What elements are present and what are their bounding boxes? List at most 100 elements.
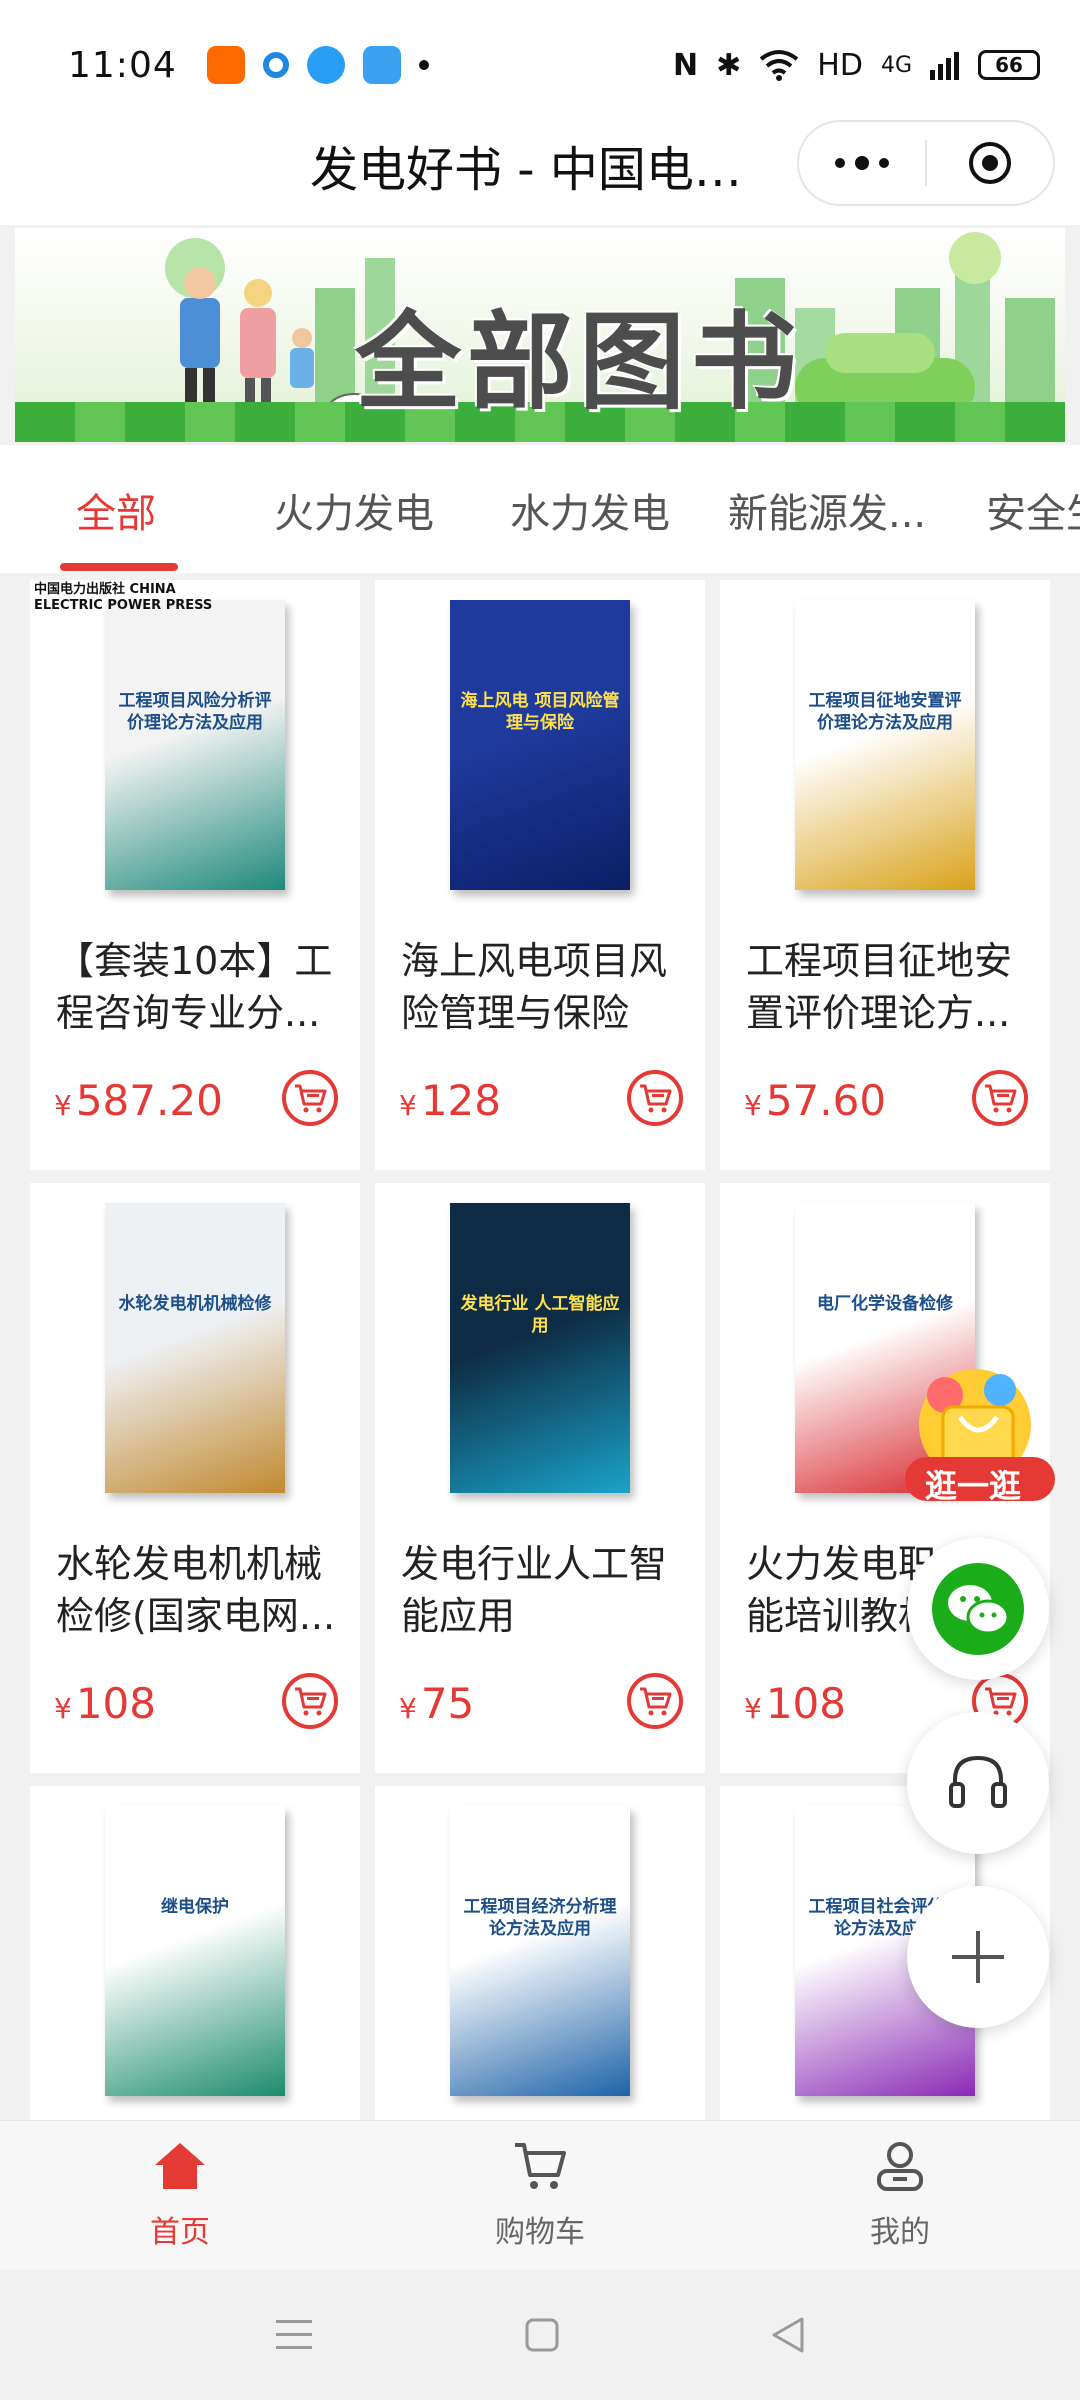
product-card[interactable]: 继电保护 xyxy=(30,1786,360,2120)
tab-thermal-power[interactable]: 火力发电 xyxy=(274,481,434,539)
wechat-share-button[interactable] xyxy=(907,1538,1049,1680)
product-cover[interactable]: 海上风电 项目风险管理与保险 xyxy=(375,580,705,910)
product-cover[interactable]: 继电保护 xyxy=(30,1786,360,2116)
nfc-icon: N xyxy=(673,47,699,83)
browser-app-icon xyxy=(262,52,289,78)
signal-type: 4G xyxy=(880,52,912,78)
book-cover-title: 工程项目经济分析理论方法及应用 xyxy=(463,1897,617,1940)
tab-new-energy[interactable]: 新能源发... xyxy=(728,481,926,539)
book-cover-image: 工程项目风险分析评价理论方法及应用 xyxy=(105,600,285,890)
product-cover[interactable]: 工程项目经济分析理论方法及应用 xyxy=(375,1786,705,2116)
product-card[interactable]: 水轮发电机机械检修水轮发电机机械检修(国家电网... ¥108 xyxy=(30,1183,360,1773)
book-cover-title: 继电保护 xyxy=(161,1897,229,1917)
book-cover-image: 继电保护 xyxy=(105,1806,285,2096)
nav-home[interactable]: 首页 xyxy=(100,2131,260,2251)
close-mini-program-button[interactable] xyxy=(927,122,1053,204)
cart-icon xyxy=(640,1084,672,1113)
product-card[interactable]: 工程项目经济分析理论方法及应用 xyxy=(375,1786,705,2120)
tab-all[interactable]: 全部 xyxy=(76,481,156,539)
price-value: 108 xyxy=(75,1679,156,1728)
product-title[interactable]: 【套装10本】工程咨询专业分... xyxy=(56,935,346,1039)
nav-cart[interactable]: 购物车 xyxy=(460,2131,620,2251)
price-value: 108 xyxy=(765,1679,846,1728)
banner-title: 全部图书 xyxy=(355,301,803,424)
notification-icons xyxy=(206,46,429,84)
wechat-icon xyxy=(932,1563,1024,1655)
home-icon xyxy=(100,2131,260,2201)
add-to-cart-button[interactable] xyxy=(627,1070,683,1126)
book-cover-title: 发电行业 人工智能应用 xyxy=(460,1294,620,1337)
add-to-cart-button[interactable] xyxy=(627,1673,683,1729)
currency-symbol: ¥ xyxy=(744,1089,762,1122)
mini-program-title-bar: 发电好书 - 中国电力出版社 xyxy=(0,110,1080,225)
product-price: ¥587.20 xyxy=(54,1076,223,1125)
book-cover-image: 工程项目经济分析理论方法及应用 xyxy=(450,1806,630,2096)
product-card[interactable]: 工程项目风险分析评价理论方法及应用 中国电力出版社 CHINA ELECTRIC … xyxy=(30,580,360,1170)
plus-icon xyxy=(952,1931,1004,1983)
category-tabs: 全部 火力发电 水力发电 新能源发... 安全生 xyxy=(0,445,1080,573)
add-to-cart-button[interactable] xyxy=(972,1070,1028,1126)
taobao-app-icon xyxy=(206,46,245,84)
paper-plane-app-icon xyxy=(362,46,401,84)
headset-icon xyxy=(949,1755,1007,1808)
network-type: HD xyxy=(817,47,863,83)
book-cover-image: 发电行业 人工智能应用 xyxy=(450,1203,630,1493)
user-icon xyxy=(820,2131,980,2201)
promo-label: 逛一逛 xyxy=(925,1467,1022,1505)
more-menu-button[interactable] xyxy=(799,122,925,204)
book-cover-title: 工程项目风险分析评价理论方法及应用 xyxy=(118,691,272,734)
cart-icon xyxy=(460,2131,620,2201)
product-price: ¥128 xyxy=(399,1076,501,1125)
product-card[interactable]: 发电行业 人工智能应用 发电行业人工智能应用 ¥75 xyxy=(375,1183,705,1773)
product-title[interactable]: 水轮发电机机械检修(国家电网... xyxy=(56,1538,346,1642)
expand-menu-button[interactable] xyxy=(907,1886,1049,2028)
target-close-icon xyxy=(969,142,1011,184)
currency-symbol: ¥ xyxy=(54,1089,72,1122)
more-notifications-dot-icon xyxy=(418,60,429,70)
price-value: 128 xyxy=(420,1076,501,1125)
customer-service-button[interactable] xyxy=(907,1712,1049,1854)
price-value: 57.60 xyxy=(765,1076,887,1125)
browse-promo-button[interactable]: 逛一逛 xyxy=(905,1365,1055,1505)
currency-symbol: ¥ xyxy=(744,1692,762,1725)
product-title[interactable]: 海上风电项目风险管理与保险 xyxy=(401,935,691,1039)
cart-icon xyxy=(985,1084,1017,1113)
add-to-cart-button[interactable] xyxy=(282,1070,338,1126)
cart-icon xyxy=(295,1084,327,1113)
publisher-logo: 中国电力出版社 CHINA ELECTRIC POWER PRESS xyxy=(34,582,213,613)
product-price: ¥108 xyxy=(54,1679,156,1728)
cart-icon xyxy=(640,1687,672,1716)
battery-indicator: 66 xyxy=(978,50,1040,80)
recent-apps-icon[interactable] xyxy=(274,2318,314,2352)
add-to-cart-button[interactable] xyxy=(282,1673,338,1729)
book-cover-image: 海上风电 项目风险管理与保险 xyxy=(450,600,630,890)
status-time: 11:04 xyxy=(68,44,177,86)
nav-profile[interactable]: 我的 xyxy=(820,2131,980,2251)
product-price: ¥108 xyxy=(744,1679,846,1728)
book-cover-title: 水轮发电机机械检修 xyxy=(118,1294,272,1314)
product-card[interactable]: 工程项目征地安置评价理论方法及应用工程项目征地安置评价理论方... ¥57.60 xyxy=(720,580,1050,1170)
product-title[interactable]: 工程项目征地安置评价理论方... xyxy=(746,935,1036,1039)
status-right: N ✱ HD 4G 66 xyxy=(673,48,1040,83)
page-title: 发电好书 - 中国电力出版社 xyxy=(310,142,780,198)
book-cover-image: 工程项目征地安置评价理论方法及应用 xyxy=(795,600,975,890)
battery-level: 66 xyxy=(995,53,1023,77)
product-cover[interactable]: 水轮发电机机械检修 xyxy=(30,1183,360,1513)
tab-hydro-power[interactable]: 水力发电 xyxy=(510,481,670,539)
book-cover-title: 电厂化学设备检修 xyxy=(817,1294,953,1314)
nav-home-label: 首页 xyxy=(150,2215,210,2250)
tab-safety-production[interactable]: 安全生 xyxy=(986,481,1080,539)
system-navigation-bar xyxy=(0,2270,1080,2400)
product-card[interactable]: 海上风电 项目风险管理与保险海上风电项目风险管理与保险 ¥128 xyxy=(375,580,705,1170)
nav-cart-label: 购物车 xyxy=(495,2215,585,2250)
mini-program-capsule xyxy=(797,120,1055,206)
product-grid: 工程项目风险分析评价理论方法及应用 中国电力出版社 CHINA ELECTRIC … xyxy=(0,573,1080,2120)
book-cover-title: 工程项目征地安置评价理论方法及应用 xyxy=(808,691,962,734)
product-cover[interactable]: 工程项目风险分析评价理论方法及应用 xyxy=(30,580,360,910)
product-cover[interactable]: 工程项目征地安置评价理论方法及应用 xyxy=(720,580,1050,910)
product-cover[interactable]: 发电行业 人工智能应用 xyxy=(375,1183,705,1513)
back-icon[interactable] xyxy=(770,2315,806,2355)
home-button-icon[interactable] xyxy=(524,2317,560,2353)
bluetooth-icon: ✱ xyxy=(716,47,742,83)
product-title[interactable]: 发电行业人工智能应用 xyxy=(401,1538,691,1642)
